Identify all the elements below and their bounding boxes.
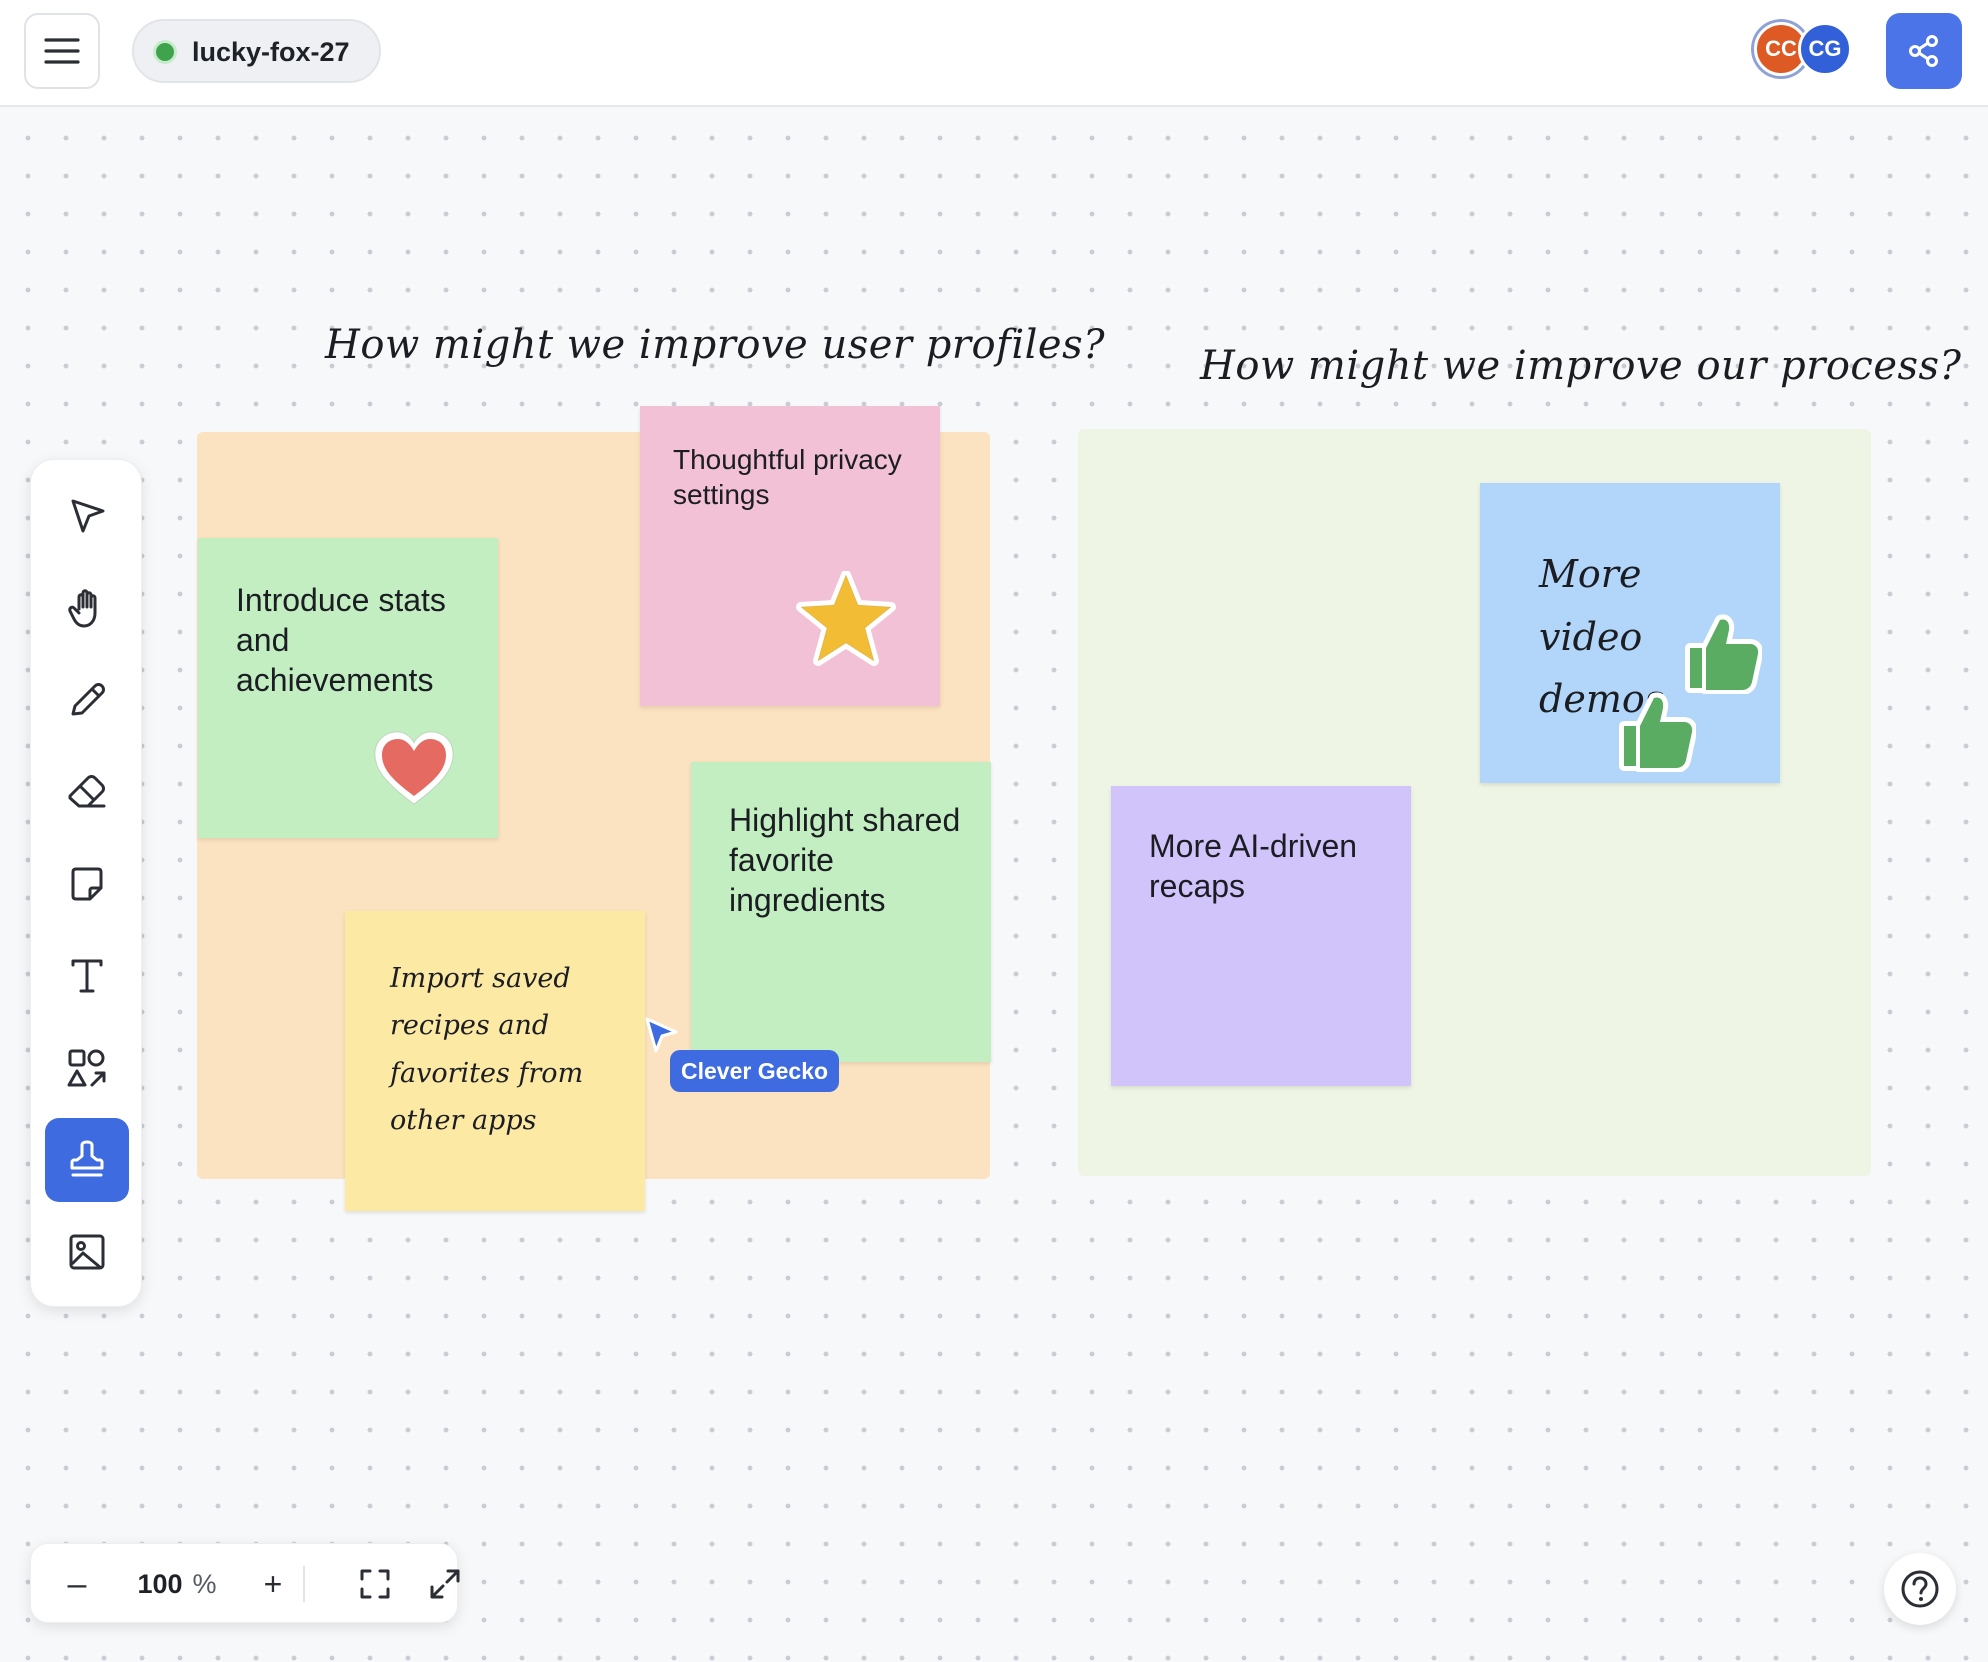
share-icon [1909,35,1938,67]
zoom-out-button[interactable]: – [53,1544,101,1624]
sticky-text: Introduce stats and achievements [236,582,446,698]
pencil-icon [71,683,105,716]
divider [303,1566,305,1602]
stamp-tool[interactable] [45,1118,129,1202]
shapes-icon [67,1049,106,1087]
tool-palette [30,459,142,1307]
pencil-tool[interactable] [45,658,129,742]
select-tool[interactable] [45,474,129,558]
heading-user-profiles[interactable]: How might we improve user profiles? [325,322,1105,368]
zoom-controls: – 100 % + [30,1543,460,1624]
sticky-text: More AI-driven recaps [1149,828,1358,904]
share-button[interactable] [1886,13,1962,89]
online-status-dot [153,40,177,64]
sticky-text: Import saved recipes and favorites from … [390,963,584,1136]
zoom-in-button[interactable]: + [249,1544,297,1624]
help-icon [1901,1570,1939,1608]
collaborator-name-label: Clever Gecko [670,1050,840,1092]
zoom-unit: % [192,1568,217,1599]
sticky-note-icon [71,867,103,901]
image-icon [69,1234,105,1270]
zoom-value: 100 [137,1568,183,1599]
fullscreen-button[interactable] [419,1544,471,1624]
sticky-note-recaps[interactable]: More AI-driven recaps [1111,786,1411,1086]
menu-button[interactable] [24,13,100,89]
fit-screen-icon [360,1569,390,1599]
shapes-tool[interactable] [45,1026,129,1110]
cursor-arrow-icon [71,499,105,533]
sticky-note-import[interactable]: Import saved recipes and favorites from … [345,911,645,1211]
sticky-note-tool[interactable] [45,842,129,926]
avatar-cg[interactable]: CG [1798,22,1852,76]
room-name: lucky-fox-27 [192,37,350,67]
heart-sticker-icon[interactable] [370,728,458,810]
collaborator-cursor-icon [645,1017,678,1053]
eraser-tool[interactable] [45,750,129,834]
room-name-pill[interactable]: lucky-fox-27 [132,19,381,83]
sticky-note-ingredients[interactable]: Highlight shared favorite ingredients [691,762,991,1062]
stamp-icon [70,1140,104,1177]
eraser-icon [68,775,106,808]
top-bar: lucky-fox-27 CC CG [0,0,1988,107]
text-tool[interactable] [45,934,129,1018]
heading-our-process[interactable]: How might we improve our process? [1200,343,1962,389]
thumbs-up-sticker-icon[interactable] [1680,610,1762,694]
image-tool[interactable] [45,1210,129,1294]
star-sticker-icon[interactable] [796,571,896,667]
expand-icon [430,1569,460,1599]
help-button[interactable] [1884,1553,1956,1625]
fit-to-screen-button[interactable] [349,1544,401,1624]
hand-tool[interactable] [45,566,129,650]
hamburger-menu-icon [44,38,80,64]
sticky-text: Thoughtful privacy settings [673,444,902,510]
text-icon [71,959,103,993]
sticky-text: Highlight shared favorite ingredients [729,802,961,918]
zoom-level[interactable]: 100 % [127,1544,227,1624]
thumbs-up-sticker-icon[interactable] [1614,688,1696,772]
hand-icon [68,589,97,628]
